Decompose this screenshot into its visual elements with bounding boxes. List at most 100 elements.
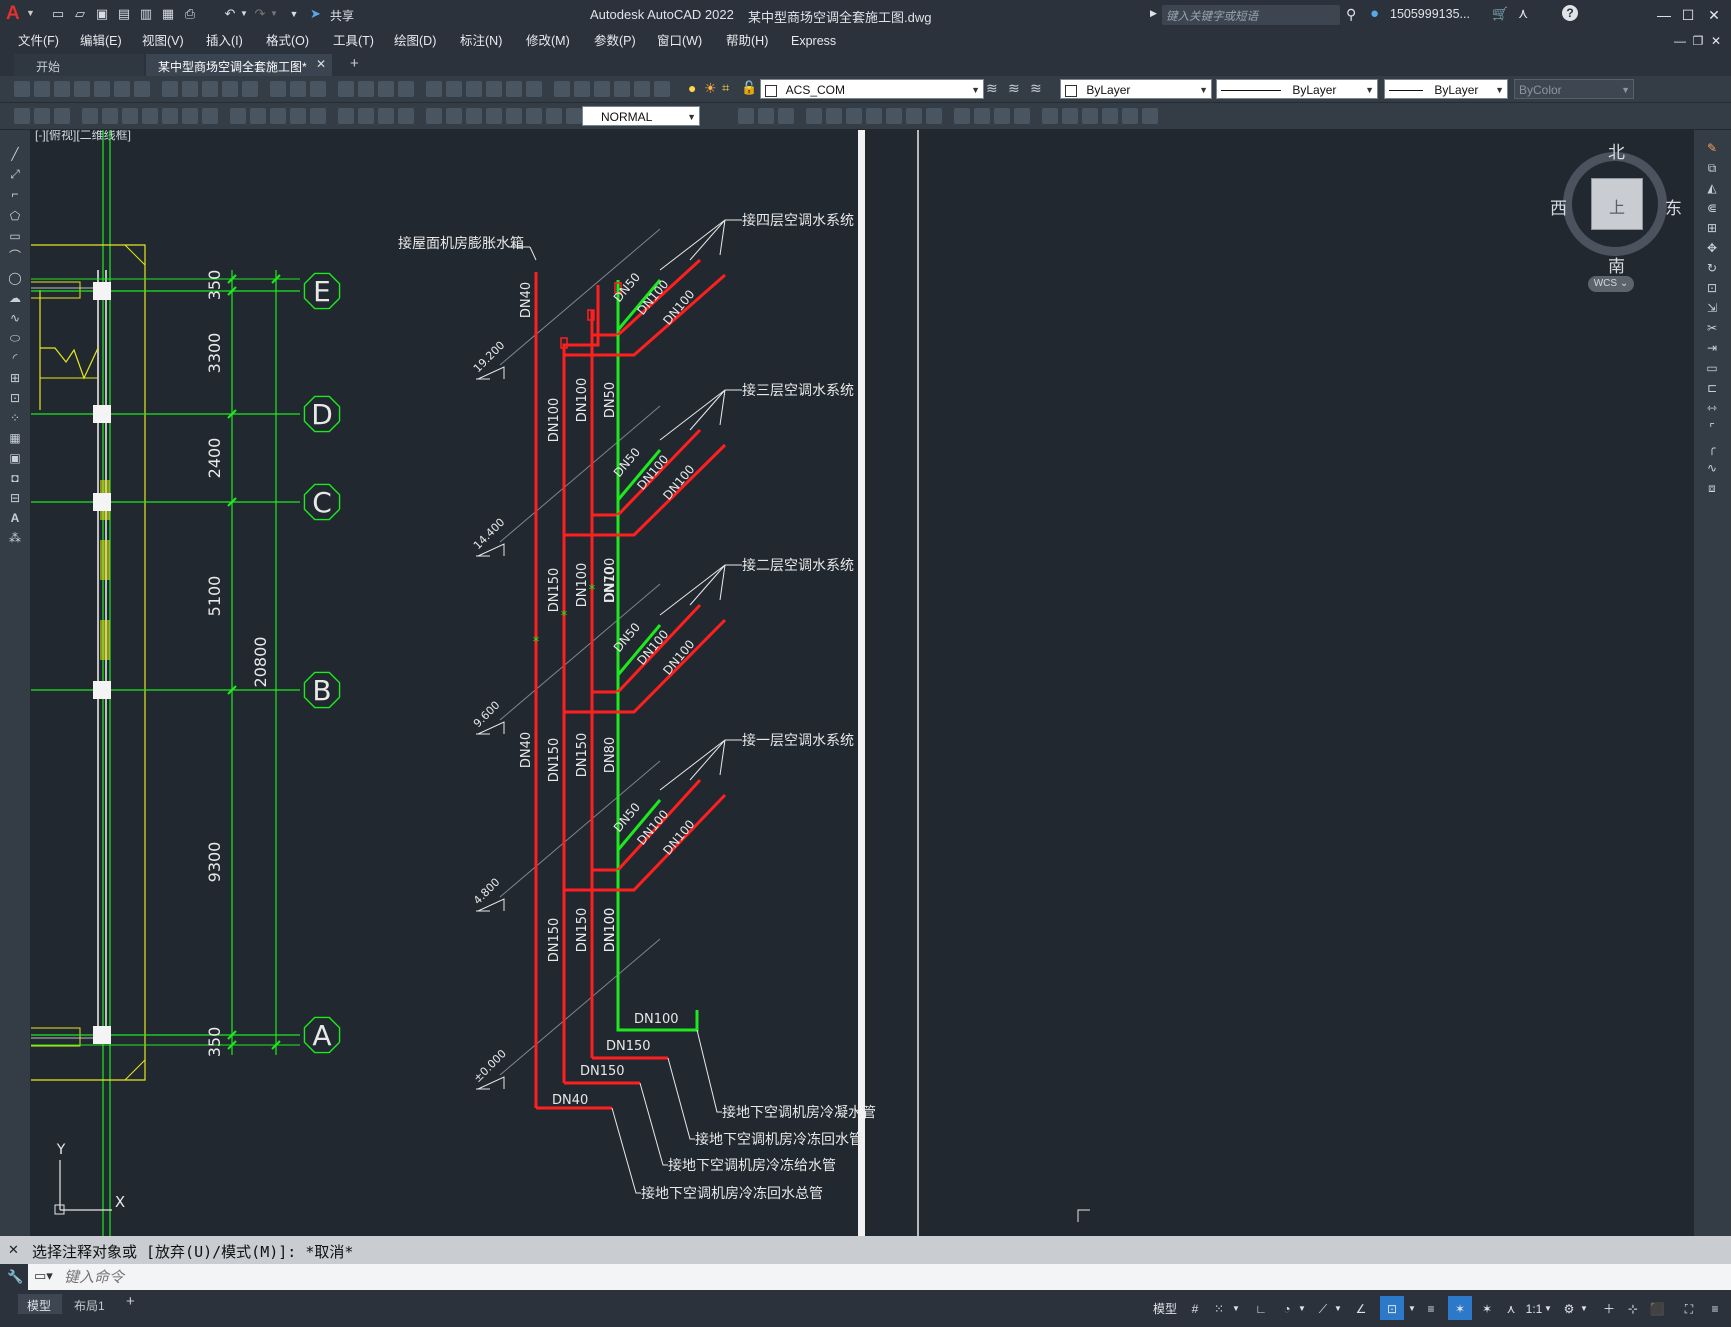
search-expand-icon[interactable]: ▶ [1150,8,1157,19]
undo-dropdown-icon[interactable]: ▼ [236,6,252,22]
copy-dim-icon[interactable] [738,108,754,124]
plot-preview-icon[interactable] [94,81,110,97]
properties-icon[interactable] [398,81,414,97]
copy-icon[interactable]: ⧉ [1704,160,1720,176]
linetype-dropdown[interactable]: ByLayer ▼ [1216,79,1378,99]
diameter-icon[interactable] [142,108,158,124]
tolerance-icon[interactable] [290,108,306,124]
save-icon[interactable]: ▣ [94,6,110,22]
collect-leaders-icon[interactable] [526,108,542,124]
object-tracking-icon[interactable]: ∠ [1352,1300,1370,1318]
break-icon[interactable]: ⊏ [1704,380,1720,396]
layer-state-icon[interactable] [654,81,670,97]
make-block-icon[interactable]: ⊡ [7,390,23,406]
autocad-logo-icon[interactable]: A [6,3,20,25]
attach-icon[interactable] [1102,108,1118,124]
layer-bulb-icon[interactable]: ● [688,80,696,96]
share-icon[interactable]: ➤ [310,6,321,22]
zoom-previous-icon[interactable] [378,81,394,97]
point-icon[interactable]: ⁘ [7,410,23,426]
annotation-monitor-icon[interactable]: ＋ [1600,1300,1618,1318]
plot-icon[interactable]: ⎙ [182,6,198,22]
mirror-icon[interactable]: ◭ [1704,180,1720,196]
workspace-gear-icon[interactable]: ⚙ [1560,1300,1578,1318]
design-center-icon[interactable] [426,81,442,97]
offset-icon[interactable]: ⋐ [1704,200,1720,216]
menu-insert[interactable]: 插入(I) [206,30,243,52]
share-button[interactable]: 共享 [330,7,354,24]
radius-icon[interactable] [102,108,118,124]
paste-dim-icon[interactable] [758,108,774,124]
save-web-icon[interactable]: ▦ [160,6,176,22]
compass-west-label[interactable]: 西 [1550,194,1567,219]
quick-properties-icon[interactable]: ⬛ [1648,1300,1666,1318]
array-icon[interactable]: ⊞ [1704,220,1720,236]
menu-tools[interactable]: 工具(T) [333,30,374,52]
aligned-dim-icon[interactable] [34,108,50,124]
make-current-layer-icon[interactable]: ≋ [986,80,998,97]
units-icon[interactable]: ⊹ [1624,1300,1642,1318]
customize-qat-icon[interactable]: ▼ [286,6,302,22]
polar-dropdown-icon[interactable]: ▼ [1296,1300,1308,1318]
multileader-icon[interactable] [486,108,502,124]
quickcalc-icon[interactable] [506,81,522,97]
layer-bulb-icon[interactable] [574,81,590,97]
undo-icon[interactable] [270,81,286,97]
annotation-scale-icon[interactable]: ⋏ [1502,1300,1520,1318]
search-icon[interactable]: ⚲ [1346,6,1356,23]
trim-icon[interactable]: ✂ [1704,320,1720,336]
3d-orbit-icon[interactable] [778,108,794,124]
layer-freeze-icon[interactable]: ⌗ [722,80,729,96]
autodesk-app-icon[interactable]: ⋏ [1518,5,1528,22]
dim-text-edit-icon[interactable] [398,108,414,124]
publish-icon[interactable] [114,81,130,97]
user-icon[interactable]: ● [1370,5,1379,22]
blend-icon[interactable]: ∿ [1704,460,1720,476]
reload-icon[interactable] [1122,108,1138,124]
menu-edit[interactable]: 编辑(E) [80,30,122,52]
arrow-icon[interactable] [546,108,562,124]
ortho-icon[interactable]: ∟ [1252,1300,1270,1318]
command-input[interactable] [62,1266,1716,1288]
layer-merge-icon[interactable] [1014,108,1030,124]
color-dropdown[interactable]: ByLayer ▼ [1060,79,1212,99]
dimstyle-dropdown[interactable]: NORMAL ▼ [582,106,700,126]
polygon-icon[interactable]: ⬠ [7,208,23,224]
maximize-icon[interactable]: ☐ [1678,5,1698,25]
save-as-icon[interactable]: ▤ [116,6,132,22]
tab-close-icon[interactable]: ✕ [316,57,326,71]
break-point-icon[interactable]: ▭ [1704,360,1720,376]
menu-view[interactable]: 视图(V) [142,30,184,52]
arc-icon[interactable]: ⌒ [7,248,23,264]
circle-icon[interactable]: ◯ [7,270,23,286]
add-selected-icon[interactable]: ⁂ [7,530,23,546]
xclip-icon[interactable] [1082,108,1098,124]
command-prompt-icon[interactable]: ▭▾ [34,1268,53,1284]
construction-line-icon[interactable]: ⤢ [7,166,23,182]
redo-icon[interactable] [290,81,306,97]
dim-style-icon[interactable] [446,108,462,124]
style-icon[interactable] [566,108,582,124]
add-layout-button[interactable]: + [126,1293,135,1310]
menu-parametric[interactable]: 参数(P) [594,30,636,52]
doc-close-icon[interactable]: ✕ [1706,31,1726,51]
plot-icon[interactable] [74,81,90,97]
customize-command-icon[interactable]: 🔧 [7,1269,23,1285]
dim-update-icon[interactable] [426,108,442,124]
doc-minimize-icon[interactable]: — [1670,31,1690,51]
user-name[interactable]: 1505999135... [1390,7,1470,21]
app-menu-chevron-icon[interactable]: ▼ [26,8,35,18]
chamfer-icon[interactable]: ⌜ [1704,420,1720,436]
rotate-icon[interactable]: ↻ [1704,260,1720,276]
tool-palettes-icon[interactable] [446,81,462,97]
join-icon[interactable]: ⇿ [1704,400,1720,416]
open-web-icon[interactable]: ▥ [138,6,154,22]
layer-sun-icon[interactable]: ☀ [704,80,717,97]
gradient-icon[interactable]: ▣ [7,450,23,466]
mtext-icon[interactable]: A [7,510,23,526]
drawing-viewport[interactable]: [-][俯视][二维线框] E D C B A 350 3300 2400 5100 20800 9… [31,130,1694,1236]
wcs-button[interactable]: WCS ⌄ [1588,276,1634,292]
baseline-icon[interactable] [202,108,218,124]
menu-dimension[interactable]: 标注(N) [460,30,502,52]
close-icon[interactable]: ✕ [1704,5,1724,25]
